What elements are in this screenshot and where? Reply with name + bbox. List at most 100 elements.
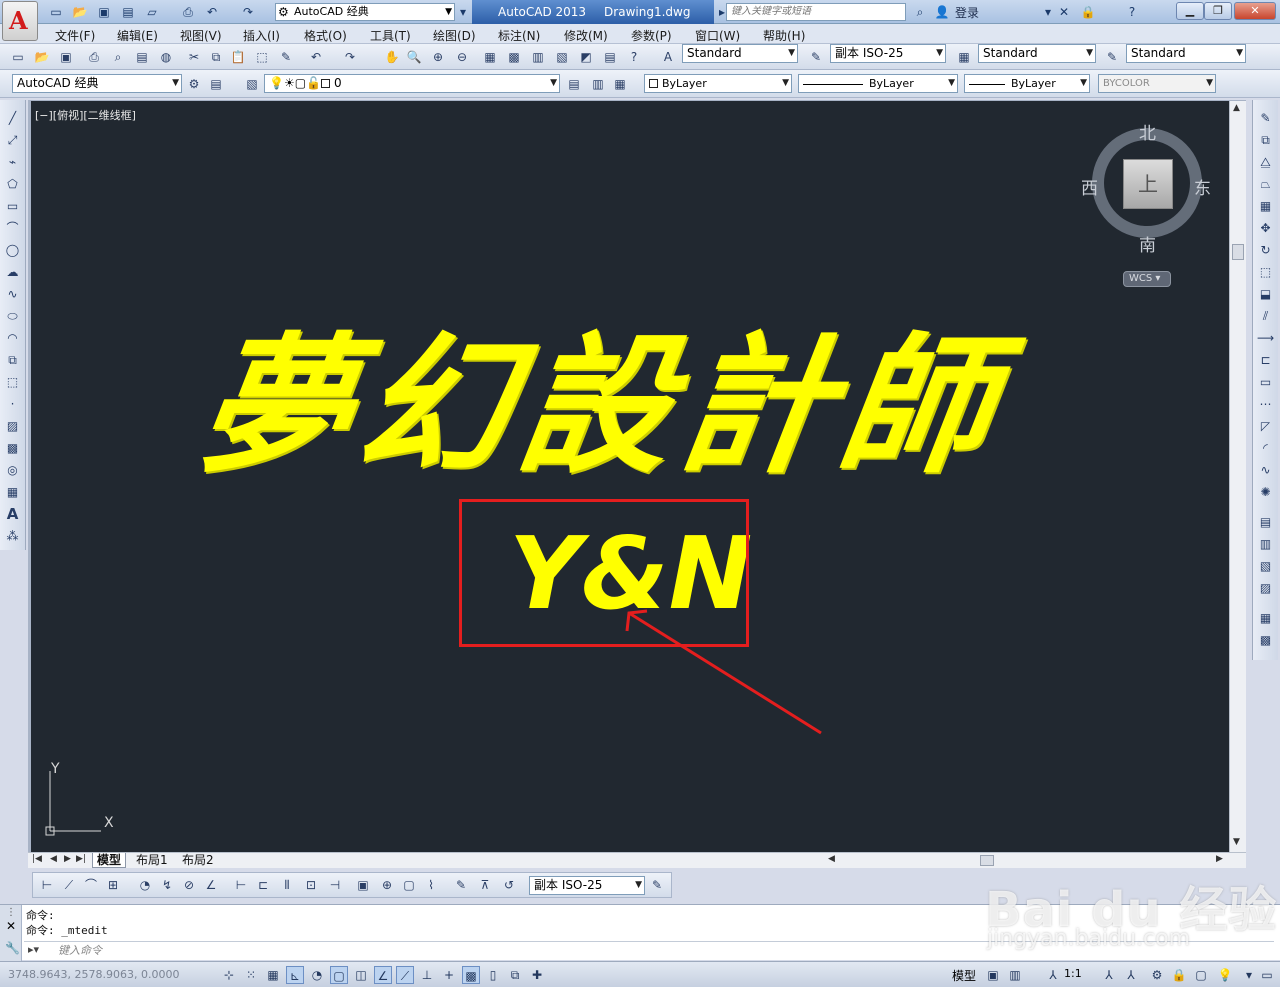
dim-style-manager-icon[interactable]: ✎ [649,877,665,893]
zoom-window-icon[interactable]: ⊕ [430,49,446,65]
last-tab-icon[interactable]: ▶| [76,854,86,864]
tab-layout2[interactable]: 布局2 [178,853,218,868]
viewcube[interactable]: 上 北 南 东 西 [1081,123,1211,256]
insert-block-icon[interactable]: ⧉ [4,352,21,369]
tab-model[interactable]: 模型 [92,853,127,868]
annotation-scale-value[interactable]: 1:1 [1064,967,1082,980]
join-icon[interactable]: ⋯ [1257,396,1274,413]
prev-tab-icon[interactable]: ◀ [50,854,57,864]
tool-palettes-icon[interactable]: ▥ [530,49,546,65]
aligned-dim-icon[interactable]: ⟋ [61,877,77,893]
workspace-select[interactable]: ⚙ AutoCAD 经典 ▼ [275,3,455,21]
dim-style-icon[interactable]: ✎ [808,49,824,65]
copy-object-icon[interactable]: ⧉ [1257,132,1274,149]
stretch-icon[interactable]: ⬓ [1257,286,1274,303]
binoculars-icon[interactable]: ⌕ [912,4,928,20]
polygon-icon[interactable]: ⬠ [4,176,21,193]
sheet-set-icon[interactable]: ▧ [554,49,570,65]
dim-break-icon[interactable]: ⊣ [327,877,343,893]
ordinate-dim-icon[interactable]: ⊞ [105,877,121,893]
command-input[interactable]: 键入命令 [24,941,1274,959]
arc-length-icon[interactable]: ⌒ [83,877,99,893]
array-icon[interactable]: ▦ [1257,198,1274,215]
linetype-select[interactable]: ByLayer ▼ [798,74,958,93]
add-selected-icon[interactable]: ⁂ [4,528,21,545]
color-select[interactable]: ByLayer ▼ [644,74,792,93]
dim-style-select[interactable]: 副本 ISO-25 ▼ [830,44,946,63]
new-file-icon[interactable]: ▭ [48,4,64,20]
revision-cloud-icon[interactable]: ☁ [4,264,21,281]
application-status-menu-icon[interactable]: ▾ [1240,966,1258,984]
design-center-icon[interactable]: ▩ [506,49,522,65]
scroll-down-icon[interactable]: ▼ [1233,837,1240,847]
login-dropdown-icon[interactable]: ▾ [1040,4,1056,20]
draw-order-icon[interactable]: ▤ [1257,514,1274,531]
ellipse-icon[interactable]: ⬭ [4,308,21,325]
rectangle-icon[interactable]: ▭ [4,198,21,215]
continue-dim-icon[interactable]: ⫴ [279,877,295,893]
quick-dim-icon[interactable]: ⊢ [233,877,249,893]
dim-update-icon[interactable]: ↺ [501,877,517,893]
main-text-object[interactable]: 夢幻設計師 [189,318,1014,494]
quick-access-dropdown-icon[interactable]: ▾ [455,4,471,20]
quick-view-drawings-icon[interactable]: ▥ [1006,966,1024,984]
center-mark-icon[interactable]: ⊕ [379,877,395,893]
scroll-up-icon[interactable]: ▲ [1233,103,1240,113]
break-at-point-icon[interactable]: ⊏ [1257,352,1274,369]
lock-icon[interactable]: 🔒 [1080,4,1096,20]
line-icon[interactable]: ╱ [4,110,21,127]
redo-icon[interactable]: ↷ [342,49,358,65]
fillet-icon[interactable]: ◜ [1257,440,1274,457]
dim-space-icon[interactable]: ⊡ [303,877,319,893]
radius-dim-icon[interactable]: ◔ [137,877,153,893]
annotation-monitor-icon[interactable]: ✚ [528,966,546,984]
3d-osnap-icon[interactable]: ◫ [352,966,370,984]
isolate-objects-icon[interactable]: 💡 [1216,966,1234,984]
new-icon[interactable]: ▭ [10,49,26,65]
viewcube-top-face[interactable]: 上 [1123,159,1173,209]
help-icon[interactable]: ? [1124,4,1140,20]
inspection-icon[interactable]: ▢ [401,877,417,893]
infer-constraints-icon[interactable]: ⊹ [220,966,238,984]
transparency-icon[interactable]: ▩ [462,966,480,984]
exchange-icon[interactable]: ✕ [1056,4,1072,20]
scroll-thumb[interactable] [1232,244,1244,260]
gradient-icon[interactable]: ▩ [4,440,21,457]
trim-icon[interactable]: ⫽ [1257,308,1274,325]
mleader-style-icon[interactable]: ✎ [1104,49,1120,65]
menu-dimension[interactable]: 标注(N) [498,27,540,44]
menu-view[interactable]: 视图(V) [180,27,222,44]
login-link[interactable]: 登录 [955,4,979,21]
circle-icon[interactable]: ◯ [4,242,21,259]
help-icon[interactable]: ? [626,49,642,65]
construction-line-icon[interactable]: ⤢ [4,132,21,149]
annotation-scale-icon[interactable]: ⅄ [1044,966,1062,984]
redo-icon[interactable]: ↷ [240,4,256,20]
otrack-icon[interactable]: ∠ [374,966,392,984]
grid-icon[interactable]: ▦ [264,966,282,984]
table-style-icon[interactable]: ▦ [956,49,972,65]
menu-edit[interactable]: 编辑(E) [117,27,158,44]
tolerance-icon[interactable]: ▣ [355,877,371,893]
table-icon[interactable]: ▦ [4,484,21,501]
coordinates-readout[interactable]: 3748.9643, 2578.9063, 0.0000 [8,968,179,981]
extend-icon[interactable]: ⟶ [1257,330,1274,347]
drawing-canvas[interactable]: [−][俯视][二维线框] 上 北 南 东 西 WCS ▾ 夢幻設計師 Y&N … [31,101,1229,852]
menu-modify[interactable]: 修改(M) [564,27,608,44]
tab-layout1[interactable]: 布局1 [132,853,172,868]
wcs-menu[interactable]: WCS ▾ [1123,271,1171,287]
compass-north[interactable]: 北 [1139,119,1156,144]
scroll-right-icon[interactable]: ▶ [1216,854,1223,864]
auto-scale-icon[interactable]: ⅄ [1122,966,1140,984]
workspace-settings-icon[interactable]: ▤ [208,76,224,92]
plot-preview-icon[interactable]: ⌕ [110,49,126,65]
diameter-dim-icon[interactable]: ⊘ [181,877,197,893]
3d-dwf-icon[interactable]: ◍ [158,49,174,65]
compass-east[interactable]: 东 [1194,174,1211,199]
layer-select[interactable]: 💡☀▢🔓 0 ▼ [264,74,560,93]
menu-tools[interactable]: 工具(T) [370,27,411,44]
angular-dim-icon[interactable]: ∠ [203,877,219,893]
make-block-icon[interactable]: ⬚ [4,374,21,391]
move-icon[interactable]: ✥ [1257,220,1274,237]
print-icon[interactable]: ⎙ [180,4,196,20]
